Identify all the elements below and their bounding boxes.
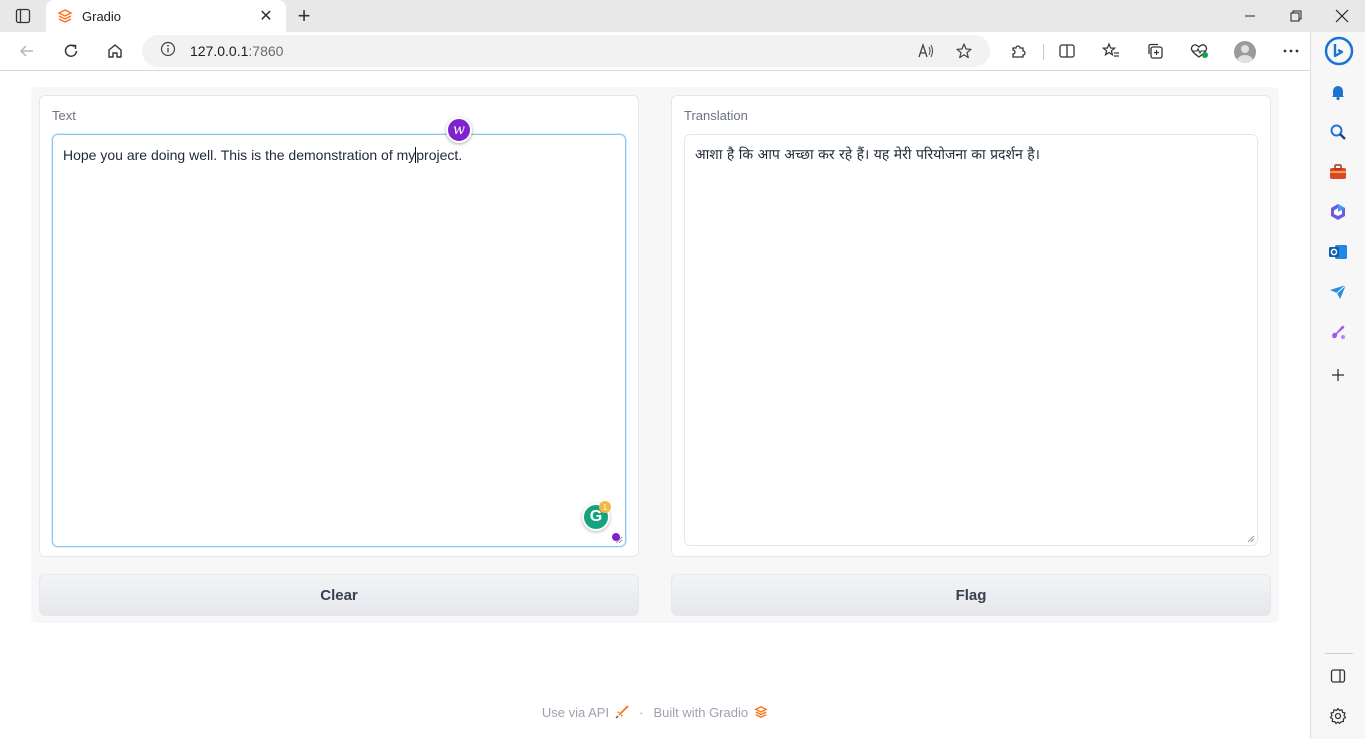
browser-toolbar: 127.0.0.1:7860 xyxy=(0,32,1365,70)
tab-actions-icon[interactable] xyxy=(8,4,38,28)
designer-icon[interactable] xyxy=(1324,318,1352,346)
flag-button[interactable]: Flag xyxy=(671,574,1271,616)
url-text: 127.0.0.1:7860 xyxy=(190,43,283,59)
profile-avatar[interactable] xyxy=(1234,41,1256,63)
browser-tab[interactable]: Gradio ✕ xyxy=(46,0,286,32)
close-tab-icon[interactable]: ✕ xyxy=(256,6,276,26)
split-screen-icon[interactable] xyxy=(1051,36,1083,66)
collections-icon[interactable] xyxy=(1139,36,1171,66)
gradio-app: Text Hope you are doing well. This is th… xyxy=(31,87,1279,623)
back-icon[interactable] xyxy=(11,36,43,66)
output-text: आशा है कि आप अच्छा कर रहे हैं। यह मेरी प… xyxy=(695,147,1040,163)
output-textarea[interactable]: आशा है कि आप अच्छा कर रहे हैं। यह मेरी प… xyxy=(684,134,1258,546)
extensions-icon[interactable] xyxy=(1002,36,1034,66)
input-text-after-caret: project. xyxy=(416,147,463,163)
input-panel: Text Hope you are doing well. This is th… xyxy=(39,95,639,557)
home-icon[interactable] xyxy=(99,36,131,66)
read-aloud-icon[interactable] xyxy=(912,39,940,63)
new-tab-icon[interactable]: + xyxy=(290,3,318,28)
close-window-icon[interactable] xyxy=(1319,0,1365,32)
resize-handle-icon[interactable] xyxy=(1247,535,1255,543)
sidebar-divider xyxy=(1325,653,1353,654)
tools-icon[interactable] xyxy=(1324,158,1352,186)
outlook-icon[interactable] xyxy=(1324,238,1352,266)
refresh-icon[interactable] xyxy=(55,36,87,66)
output-label: Translation xyxy=(684,108,748,123)
built-with-gradio-link[interactable]: Built with Gradio xyxy=(653,705,748,720)
restore-icon[interactable] xyxy=(1273,0,1319,32)
grammarly-count-badge: 1 xyxy=(599,501,611,513)
input-label: Text xyxy=(52,108,76,123)
more-options-icon[interactable] xyxy=(1275,36,1307,66)
title-bar: Gradio ✕ + xyxy=(0,0,1365,32)
toolbar-divider xyxy=(0,70,1310,71)
search-icon[interactable] xyxy=(1324,118,1352,146)
performance-icon[interactable] xyxy=(1183,36,1215,66)
favorites-icon[interactable] xyxy=(1095,36,1127,66)
output-panel: Translation आशा है कि आप अच्छा कर रहे है… xyxy=(671,95,1271,557)
minimize-icon[interactable] xyxy=(1227,0,1273,32)
sidebar-settings-icon[interactable] xyxy=(1324,702,1352,730)
url-port: :7860 xyxy=(248,43,284,59)
tab-title: Gradio xyxy=(82,8,122,24)
drop-send-icon[interactable] xyxy=(1324,278,1352,306)
add-sidebar-app-icon[interactable] xyxy=(1324,361,1352,389)
microsoft-365-icon[interactable] xyxy=(1324,198,1352,226)
rocket-icon xyxy=(615,705,629,719)
use-via-api-link[interactable]: Use via API xyxy=(542,705,609,720)
footer-separator: · xyxy=(639,704,644,720)
gradio-logo-icon xyxy=(56,7,74,25)
clear-button[interactable]: Clear xyxy=(39,574,639,616)
input-text-before-caret: Hope you are doing well. This is the dem… xyxy=(63,147,416,163)
address-bar[interactable]: 127.0.0.1:7860 xyxy=(142,35,990,67)
bing-copilot-icon[interactable] xyxy=(1323,35,1355,67)
writing-assistant-badge-icon[interactable]: w xyxy=(446,117,472,143)
favorite-star-icon[interactable] xyxy=(950,39,978,63)
gradio-logo-icon xyxy=(754,705,768,719)
site-info-icon[interactable] xyxy=(160,41,176,62)
url-host: 127.0.0.1 xyxy=(190,43,249,59)
gradio-footer: Use via API · Built with Gradio xyxy=(0,703,1310,721)
edge-sidebar xyxy=(1310,32,1365,739)
hide-sidebar-icon[interactable] xyxy=(1324,662,1352,690)
assistant-status-dot xyxy=(612,533,620,541)
input-textarea[interactable]: Hope you are doing well. This is the dem… xyxy=(52,134,626,547)
toolbar-separator xyxy=(1043,44,1044,60)
notifications-icon[interactable] xyxy=(1324,78,1352,106)
